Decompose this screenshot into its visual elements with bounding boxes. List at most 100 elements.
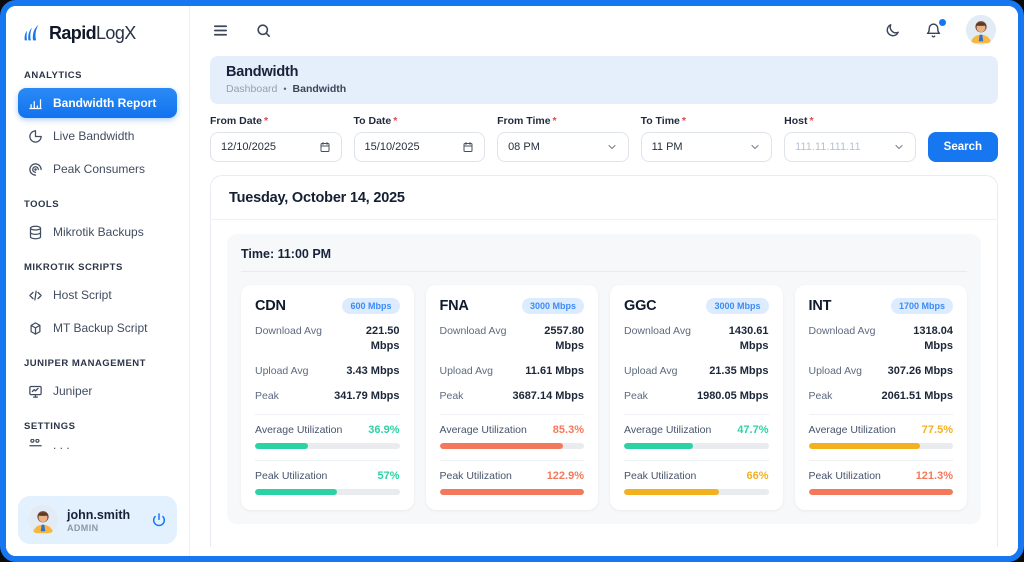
peak-utilization-value: 121.3% — [916, 470, 953, 482]
notification-dot — [939, 19, 946, 26]
user-avatar — [28, 505, 58, 535]
sidebar-item-settings-clipped[interactable]: . . . — [18, 439, 177, 450]
user-profile-card[interactable]: john.smith ADMIN — [18, 496, 177, 544]
host-input[interactable] — [795, 141, 893, 153]
sidebar-item-label: Live Bandwidth — [53, 129, 134, 143]
section-juniper-management: JUNIPER MANAGEMENT — [24, 358, 171, 369]
sidebar-item-label: Bandwidth Report — [53, 96, 156, 110]
report-card: Tuesday, October 14, 2025 Time: 11:00 PM… — [210, 175, 998, 547]
unit-card-ggc: GGC3000 Mbps Download Avg1430.61 Mbps Up… — [610, 285, 783, 510]
sidebar-item-mt-backup-script[interactable]: MT Backup Script — [18, 313, 177, 343]
sidebar-item-label: Juniper — [53, 384, 92, 398]
upload-avg-value: 307.26 Mbps — [888, 364, 953, 379]
avg-utilization-value: 85.3% — [553, 424, 584, 436]
upload-avg-value: 3.43 Mbps — [346, 364, 399, 379]
chevron-down-icon — [749, 141, 761, 153]
search-button[interactable] — [255, 22, 272, 39]
unit-name: INT — [809, 298, 832, 314]
upload-avg-value: 11.61 Mbps — [525, 364, 584, 379]
required-marker: * — [264, 115, 268, 127]
cube-icon — [28, 321, 43, 336]
sidebar: RapidLogX ANALYTICS Bandwidth Report Liv… — [6, 6, 190, 556]
power-icon — [151, 512, 167, 528]
sidebar-item-mikrotik-backups[interactable]: Mikrotik Backups — [18, 217, 177, 247]
sidebar-item-peak-consumers[interactable]: Peak Consumers — [18, 154, 177, 184]
from-date-input[interactable]: 12/10/2025 — [210, 132, 342, 162]
unit-name: FNA — [440, 298, 469, 314]
to-date-input[interactable]: 15/10/2025 — [354, 132, 486, 162]
to-time-select[interactable]: 11 PM — [641, 132, 773, 162]
to-time-label: To Time — [641, 115, 680, 127]
search-icon — [255, 22, 272, 39]
required-marker: * — [553, 115, 557, 127]
monitor-chart-icon — [28, 384, 43, 399]
topbar-avatar[interactable] — [966, 15, 996, 45]
menu-icon — [212, 22, 229, 39]
peak-utilization-bar — [255, 489, 400, 495]
unit-card-int: INT1700 Mbps Download Avg1318.04 Mbps Up… — [795, 285, 968, 510]
radar-spiral-icon — [28, 162, 43, 177]
bar-chart-icon — [28, 96, 43, 111]
peak-utilization-bar — [624, 489, 769, 495]
unit-card-cdn: CDN600 Mbps Download Avg221.50 Mbps Uplo… — [241, 285, 414, 510]
chevron-down-icon — [606, 141, 618, 153]
time-section: Time: 11:00 PM CDN600 Mbps Download Avg2… — [227, 234, 981, 524]
download-avg-value: 1318.04 Mbps — [895, 324, 953, 354]
to-date-field: To Date* 15/10/2025 — [354, 115, 486, 162]
sidebar-item-host-script[interactable]: Host Script — [18, 280, 177, 310]
logout-button[interactable] — [151, 512, 167, 528]
breadcrumb-root[interactable]: Dashboard — [226, 83, 277, 95]
from-date-field: From Date* 12/10/2025 — [210, 115, 342, 162]
user-name: john.smith — [67, 508, 142, 522]
download-avg-value: 1430.61 Mbps — [711, 324, 769, 354]
host-select[interactable] — [784, 132, 916, 162]
avg-utilization-value: 47.7% — [737, 424, 768, 436]
dark-mode-toggle[interactable] — [884, 22, 901, 39]
menu-button[interactable] — [212, 22, 229, 39]
required-marker: * — [682, 115, 686, 127]
from-time-select[interactable]: 08 PM — [497, 132, 629, 162]
capacity-badge: 1700 Mbps — [891, 298, 953, 314]
from-time-field: From Time* 08 PM — [497, 115, 629, 162]
code-icon — [28, 288, 43, 303]
from-date-label: From Date — [210, 115, 262, 127]
avg-utilization-bar — [624, 443, 769, 449]
required-marker: * — [393, 115, 397, 127]
to-date-label: To Date — [354, 115, 392, 127]
sidebar-item-label: . . . — [53, 439, 70, 450]
avg-utilization-bar — [255, 443, 400, 449]
app-frame: RapidLogX ANALYTICS Bandwidth Report Liv… — [0, 0, 1024, 562]
wave-logo-icon — [22, 22, 44, 44]
unit-name: GGC — [624, 298, 656, 314]
peak-utilization-bar — [440, 489, 585, 495]
page-banner: Bandwidth Dashboard • Bandwidth — [210, 56, 998, 104]
search-submit-button[interactable]: Search — [928, 132, 998, 162]
sidebar-item-live-bandwidth[interactable]: Live Bandwidth — [18, 121, 177, 151]
sidebar-item-juniper[interactable]: Juniper — [18, 376, 177, 406]
unit-cards: CDN600 Mbps Download Avg221.50 Mbps Uplo… — [241, 285, 967, 510]
peak-utilization-value: 66% — [746, 470, 768, 482]
section-settings: SETTINGS — [24, 421, 171, 432]
peak-value: 3687.14 Mbps — [512, 389, 584, 404]
brand-logo: RapidLogX — [18, 22, 177, 44]
notifications-button[interactable] — [925, 22, 942, 39]
sliders-icon — [28, 439, 43, 450]
sidebar-item-label: Host Script — [53, 288, 112, 302]
sidebar-item-bandwidth-report[interactable]: Bandwidth Report — [18, 88, 177, 118]
time-label: Time: 11:00 PM — [241, 247, 967, 272]
breadcrumb-separator: • — [283, 84, 286, 94]
section-tools: TOOLS — [24, 199, 171, 210]
from-time-label: From Time — [497, 115, 550, 127]
calendar-icon — [319, 141, 331, 153]
sidebar-item-label: MT Backup Script — [53, 321, 147, 335]
peak-utilization-value: 122.9% — [547, 470, 584, 482]
avg-utilization-value: 77.5% — [922, 424, 953, 436]
main-area: Bandwidth Dashboard • Bandwidth From Dat… — [190, 6, 1018, 556]
calendar-icon — [462, 141, 474, 153]
avg-utilization-bar — [440, 443, 585, 449]
to-time-field: To Time* 11 PM — [641, 115, 773, 162]
breadcrumb-current: Bandwidth — [293, 83, 347, 95]
peak-value: 1980.05 Mbps — [697, 389, 769, 404]
sidebar-item-label: Peak Consumers — [53, 162, 145, 176]
capacity-badge: 3000 Mbps — [706, 298, 768, 314]
